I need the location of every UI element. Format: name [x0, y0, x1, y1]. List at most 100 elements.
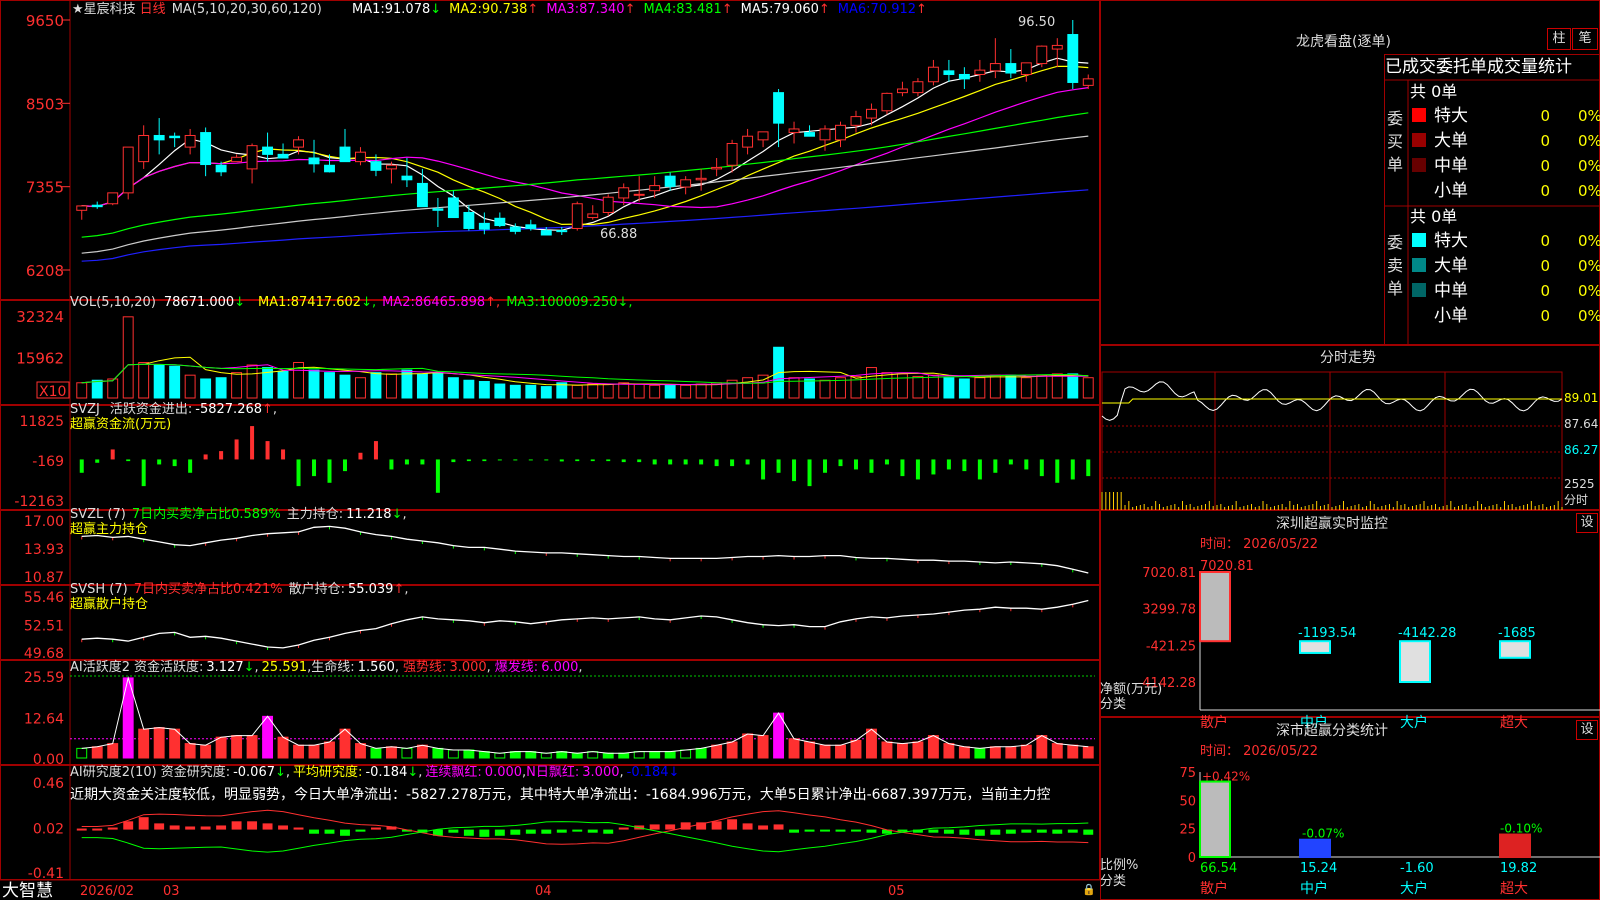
- research-bar: [293, 827, 304, 830]
- candle: [339, 146, 351, 163]
- res-last-arrow: ↓: [669, 765, 680, 780]
- research-bar: [216, 825, 227, 830]
- intraday-chart[interactable]: [1101, 371, 1563, 511]
- ai-activity-chart[interactable]: 25.59 12.64 0.00: [24, 670, 1095, 768]
- research-bar: [618, 827, 629, 830]
- side-label-char: 委: [1387, 109, 1403, 128]
- class-settings-button[interactable]: 设: [1576, 720, 1598, 740]
- panel-border: [1100, 0, 1600, 345]
- research-bar: [169, 825, 180, 830]
- act-burst-label: 爆发线:: [495, 659, 538, 675]
- research-bar: [943, 829, 954, 834]
- volume-bar: [664, 384, 676, 399]
- res-red: 0.000: [485, 765, 522, 780]
- svsh-chart[interactable]: 55.46 52.51 49.68: [24, 590, 1089, 662]
- fund-flow-bar: [807, 459, 812, 487]
- category-label: 超大: [1500, 881, 1528, 897]
- fund-flow-bar: [652, 459, 657, 465]
- fund-flow-bar: [590, 459, 595, 462]
- y-tick-label: 17.00: [24, 514, 64, 530]
- candle: [881, 92, 893, 112]
- act-burst: 6.000: [541, 660, 578, 675]
- candle: [215, 164, 227, 173]
- activity-bar: [742, 733, 754, 759]
- y-tick-label: 0.00: [33, 752, 64, 768]
- activity-bar: [943, 743, 955, 759]
- volume-bar: [231, 372, 243, 399]
- candle: [680, 179, 692, 188]
- main-chart-area[interactable]: 9650 8503 7355 6208 96.50 66.88 32324 15962 X10…: [0, 0, 1600, 900]
- research-bar: [789, 829, 800, 833]
- fund-flow-bar: [559, 459, 564, 462]
- candle: [1036, 45, 1048, 65]
- volume-bar: [355, 377, 366, 399]
- fund-flow-bar: [219, 451, 224, 460]
- bar-value-label: -4142.28: [1398, 626, 1456, 641]
- candle: [153, 134, 165, 141]
- candle: [246, 145, 258, 170]
- activity-bar: [773, 712, 785, 759]
- research-bar: [649, 824, 660, 830]
- order-type-label: 小单: [1434, 181, 1468, 201]
- ratio-value: 15.24: [1300, 861, 1337, 876]
- candle: [587, 213, 599, 219]
- candle: [463, 211, 475, 229]
- act-life-label: 生命线:: [311, 659, 354, 675]
- activity-bar: [866, 728, 877, 759]
- fund-flow-bar: [404, 459, 409, 465]
- svzl-value: 11.218: [346, 507, 392, 522]
- fund-flow-bar: [1039, 459, 1044, 477]
- research-bar: [76, 828, 87, 831]
- res-avg-label: 平均研究度:: [293, 764, 362, 780]
- vol-value-arrow: ↓: [234, 295, 245, 310]
- activity-bar: [974, 747, 986, 759]
- net-bar: [1399, 640, 1431, 683]
- volume-bar: [308, 369, 320, 399]
- research-bar: [494, 829, 505, 836]
- candle: [742, 135, 754, 148]
- side-label-char: 卖: [1387, 256, 1403, 275]
- activity-bar: [262, 715, 274, 759]
- ma-line-5: [81, 135, 1089, 254]
- research-bar: [1083, 829, 1094, 835]
- pen-mode-button[interactable]: 笔: [1572, 28, 1598, 50]
- ratio-bar: [1299, 838, 1331, 859]
- y-tick-label: 8503: [26, 95, 64, 113]
- order-pct: 0%: [1578, 157, 1600, 175]
- volume-chart[interactable]: 32324 15962 X10: [16, 308, 1094, 400]
- order-pct: 0%: [1578, 107, 1600, 125]
- research-bar: [1036, 829, 1047, 833]
- vol-ma-item: MA1:87417.602: [258, 295, 361, 310]
- volume-bar: [122, 316, 134, 399]
- activity-bar: [726, 741, 738, 759]
- candle: [773, 92, 785, 124]
- act-life: 1.560: [358, 660, 395, 675]
- volume-bar: [200, 378, 212, 399]
- monitor-xlabel: 分类: [1100, 697, 1126, 712]
- bar-mode-button[interactable]: 柱: [1547, 28, 1571, 50]
- order-color-box: [1412, 158, 1426, 172]
- ma-line-6: [81, 189, 1089, 262]
- volume-bar: [91, 379, 103, 399]
- y-tick-label: 6208: [26, 262, 64, 280]
- svzj-chart[interactable]: 11825 -169 -12163: [14, 414, 1091, 510]
- volume-bar: [1067, 373, 1079, 399]
- ma-set: MA(5,10,20,30,60,120): [172, 2, 322, 17]
- research-bar: [866, 829, 877, 833]
- activity-bar: [1036, 735, 1048, 759]
- fund-flow-bar: [157, 459, 162, 465]
- holding-line: [81, 525, 1089, 574]
- candle: [169, 135, 181, 139]
- research-bar: [340, 829, 350, 836]
- fund-flow-bar: [621, 459, 626, 463]
- research-bar: [727, 819, 738, 830]
- svzl-chart[interactable]: 17.00 13.93 10.87: [24, 514, 1089, 586]
- activity-bar: [401, 747, 413, 759]
- panel-border: [0, 765, 1100, 880]
- kline-chart[interactable]: 9650 8503 7355 6208 96.50 66.88: [26, 12, 1094, 280]
- monitor-settings-button[interactable]: 设: [1576, 513, 1598, 533]
- activity-bar: [695, 747, 707, 759]
- research-bar: [587, 829, 598, 833]
- ratio-value: -1.60: [1400, 861, 1434, 876]
- svzj-subtitle: 超赢资金流(万元): [70, 416, 171, 432]
